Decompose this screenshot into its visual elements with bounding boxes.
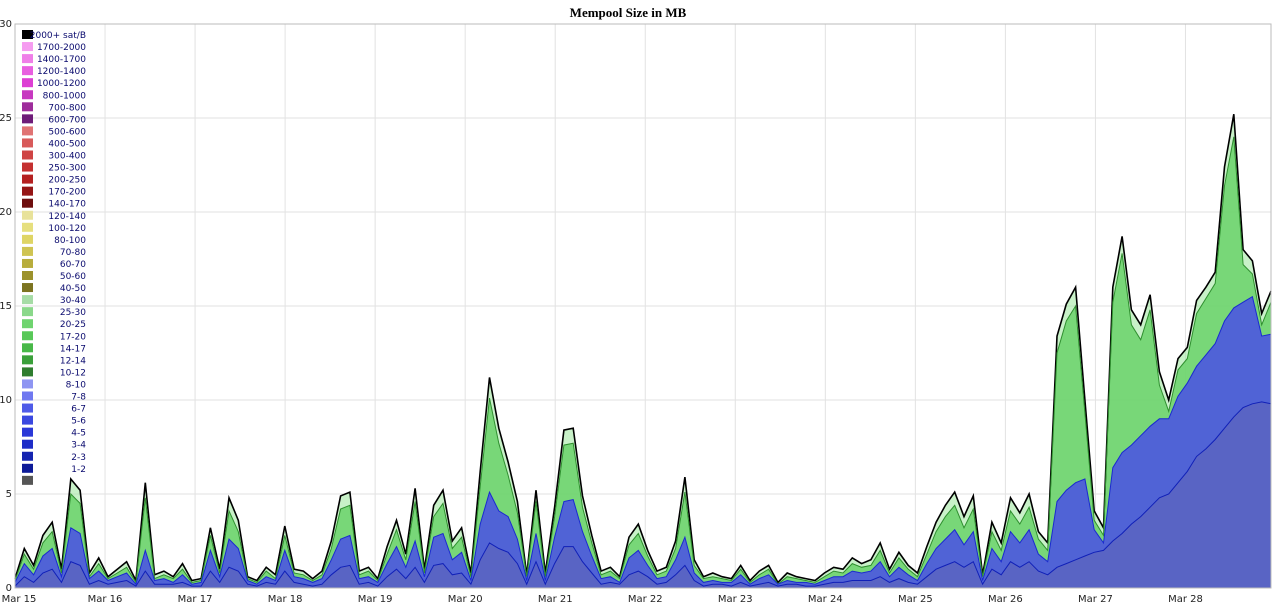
- legend-swatch: [22, 258, 33, 268]
- legend-label: 40-50: [60, 284, 86, 294]
- legend-label: 2-3: [71, 453, 86, 463]
- legend-swatch: [22, 379, 33, 389]
- legend-label: 8-10: [66, 380, 87, 390]
- legend-label: 80-100: [54, 236, 86, 246]
- legend-swatch: [22, 186, 33, 196]
- legend-label: 5-6: [71, 417, 86, 427]
- legend-label: 7-8: [71, 393, 86, 403]
- legend-label: 250-300: [48, 164, 86, 174]
- legend-swatch: [22, 415, 33, 425]
- legend-swatch: [22, 138, 33, 148]
- legend-swatch: [22, 403, 33, 413]
- legend-label: 3-4: [71, 441, 86, 451]
- x-tick-label: Mar 25: [898, 594, 933, 605]
- legend-swatch: [22, 391, 33, 401]
- legend-label: 1200-1400: [37, 67, 86, 77]
- chart-title: Mempool Size in MB: [570, 5, 687, 20]
- legend-label: 6-7: [71, 405, 86, 415]
- x-tick-label: Mar 23: [718, 594, 753, 605]
- legend-swatch: [22, 78, 33, 88]
- legend-swatch: [22, 295, 33, 305]
- legend-swatch: [22, 343, 33, 353]
- legend-label: 14-17: [60, 344, 86, 354]
- legend-swatch: [22, 463, 33, 473]
- legend-label: 100-120: [48, 224, 86, 234]
- legend-swatch: [22, 66, 33, 76]
- y-tick-label: 10: [0, 395, 12, 406]
- legend-label: 4-5: [71, 429, 86, 439]
- legend-swatch: [22, 307, 33, 317]
- legend-swatch: [22, 126, 33, 136]
- legend-label: 10-12: [60, 368, 86, 378]
- legend-swatch: [22, 42, 33, 52]
- legend-label: 50-60: [60, 272, 86, 282]
- legend-swatch: [22, 162, 33, 172]
- legend-label: 170-200: [48, 188, 86, 198]
- legend-label: 120-140: [48, 212, 86, 222]
- legend-swatch: [22, 174, 33, 184]
- legend-swatch: [22, 319, 33, 329]
- x-tick-label: Mar 21: [538, 594, 573, 605]
- legend-swatch: [22, 331, 33, 341]
- legend-label: 1000-1200: [37, 79, 86, 89]
- legend-swatch: [22, 475, 33, 485]
- legend-label: 1700-2000: [37, 43, 86, 53]
- legend-label: 500-600: [48, 127, 86, 137]
- legend-label: 30-40: [60, 296, 86, 306]
- mempool-chart: Mempool Size in MB 0 5 10 15 20 25 30 Mar 15 Ma…: [0, 0, 1280, 611]
- legend-label: 400-500: [48, 139, 86, 149]
- x-tick-label: Mar 20: [448, 594, 483, 605]
- legend-swatch: [22, 114, 33, 124]
- legend-swatch: [22, 198, 33, 208]
- legend-swatch: [22, 451, 33, 461]
- legend-label: 600-700: [48, 115, 86, 125]
- y-tick-label: 30: [0, 19, 12, 30]
- legend-label: 2000+ sat/B: [30, 31, 86, 41]
- legend-swatch: [22, 367, 33, 377]
- legend-label: 17-20: [60, 332, 86, 342]
- x-tick-label: Mar 27: [1078, 594, 1113, 605]
- legend-swatch: [22, 283, 33, 293]
- legend-swatch: [22, 271, 33, 280]
- x-tick-label: Mar 24: [808, 594, 843, 605]
- legend-label: 200-250: [48, 176, 86, 186]
- y-tick-label: 25: [0, 113, 12, 124]
- x-tick-label: Mar 17: [178, 594, 213, 605]
- legend-swatch: [22, 246, 33, 256]
- legend-label: 800-1000: [43, 91, 87, 101]
- legend-label: 60-70: [60, 260, 86, 270]
- x-tick-label: Mar 22: [628, 594, 663, 605]
- legend-swatch: [22, 54, 33, 64]
- legend-label: 1400-1700: [37, 55, 86, 65]
- x-tick-label: Mar 26: [988, 594, 1023, 605]
- y-tick-label: 0: [6, 583, 12, 594]
- legend-label: 12-14: [60, 356, 86, 366]
- y-tick-label: 5: [6, 489, 12, 500]
- legend-label: 20-25: [60, 320, 86, 330]
- legend-label: 25-30: [60, 308, 86, 318]
- legend-label: 700-800: [48, 103, 86, 113]
- legend-swatch: [22, 102, 33, 112]
- legend-label: 300-400: [48, 152, 86, 162]
- legend-label: 70-80: [60, 248, 86, 258]
- x-tick-label: Mar 16: [88, 594, 123, 605]
- legend-swatch: [22, 234, 33, 244]
- x-tick-label: Mar 19: [358, 594, 393, 605]
- legend-swatch: [22, 355, 33, 365]
- legend-swatch: [22, 150, 33, 160]
- y-tick-label: 20: [0, 207, 12, 218]
- y-tick-label: 15: [0, 301, 12, 312]
- legend-label: 1-2: [71, 465, 86, 475]
- x-tick-label: Mar 18: [268, 594, 303, 605]
- legend-swatch: [22, 90, 33, 100]
- x-tick-label: Mar 15: [2, 594, 37, 605]
- x-tick-label: Mar 28: [1168, 594, 1203, 605]
- legend-swatch: [22, 439, 33, 449]
- legend-label: 140-170: [48, 200, 86, 210]
- legend-swatch: [22, 427, 33, 437]
- legend-swatch: [22, 210, 33, 220]
- legend-swatch: [22, 222, 33, 232]
